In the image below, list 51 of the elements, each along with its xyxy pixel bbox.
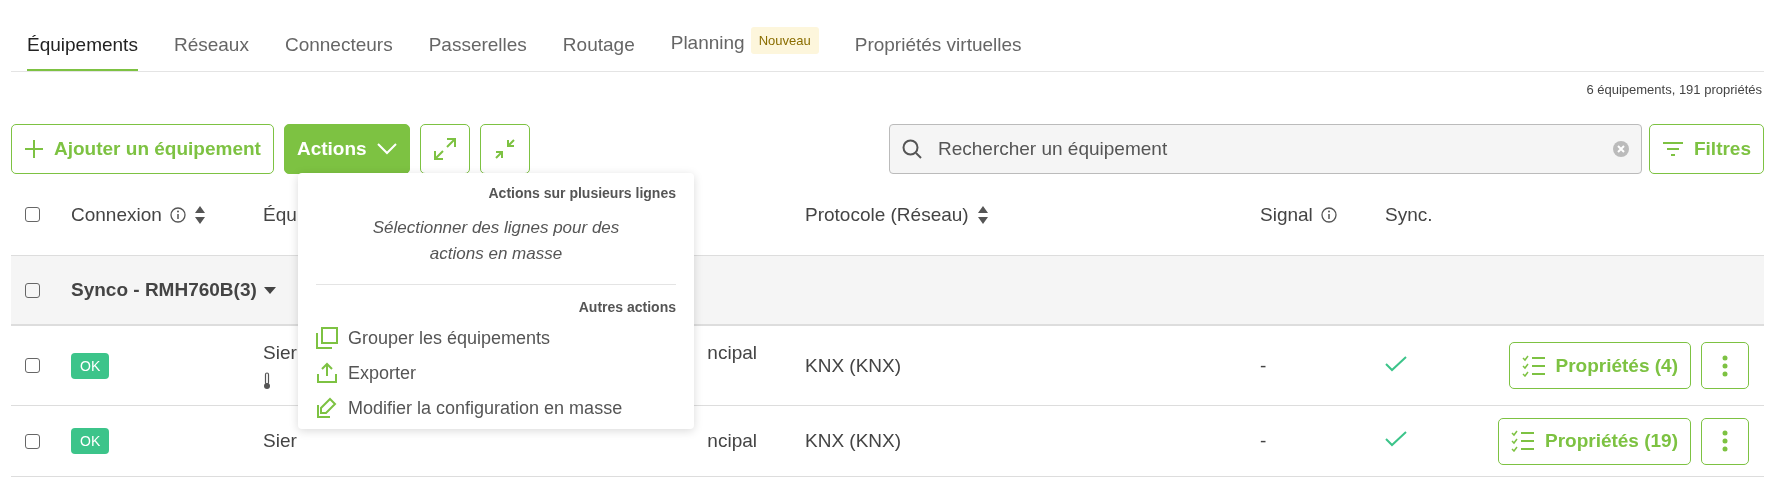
table-cell: ncipal (707, 430, 757, 452)
filter-icon (1661, 141, 1684, 157)
menu-item[interactable]: Exporter (316, 362, 676, 384)
edit-icon (316, 397, 338, 419)
more-icon (1722, 430, 1728, 452)
tab[interactable]: Planning Nouveau (670, 29, 819, 71)
table-cell: Sier (263, 341, 297, 364)
status-badge: OK (71, 352, 110, 379)
column-header[interactable]: Connexion (71, 203, 162, 226)
checklist-icon (1510, 430, 1535, 452)
menu-item[interactable]: Modifier la configuration en masse (316, 397, 676, 419)
tab[interactable]: Routage (562, 34, 635, 71)
table-cell-text: KNX (KNX) (805, 354, 903, 377)
stacked-squares-icon (316, 327, 338, 349)
search-field[interactable]: Rechercher un équipement (888, 124, 1642, 174)
search-icon (901, 139, 922, 159)
plus-icon (24, 139, 44, 159)
table-cell: ncipal (707, 341, 757, 364)
menu-note: Sélectionner des lignes pour des actions en masse (371, 217, 621, 265)
more-icon (1722, 354, 1728, 377)
tab[interactable]: Passerelles (428, 34, 527, 71)
table-cell-text: - (1260, 354, 1268, 377)
column-header[interactable]: Signal (1260, 203, 1313, 226)
expand-icon (433, 138, 456, 160)
checkbox[interactable] (25, 358, 40, 373)
collapse-icon (493, 138, 516, 160)
upload-icon (316, 362, 338, 384)
menu-heading: Actions sur plusieurs lignes (487, 185, 676, 201)
column-header[interactable]: Équ (263, 203, 297, 226)
new-badge: Nouveau (750, 27, 819, 54)
chevron-down-icon (376, 143, 397, 155)
status-badge: OK (71, 428, 110, 454)
column-header[interactable]: Protocole (Réseau) (805, 203, 969, 226)
summary-text: 6 équipements, 191 propriétés (1586, 82, 1762, 99)
table-cell-text: - (1260, 430, 1268, 452)
search-input[interactable]: Rechercher un équipement (935, 137, 1599, 161)
tab[interactable]: Équipements (27, 34, 138, 71)
table-cell-text: KNX (KNX) (805, 430, 903, 452)
checkbox[interactable] (25, 282, 40, 298)
checkbox[interactable] (25, 207, 40, 222)
table-cell: Sier (263, 430, 297, 452)
menu-item[interactable]: Grouper les équipements (316, 327, 676, 349)
group-label[interactable]: Synco - RMH760B(3) (71, 279, 257, 301)
clear-icon (1612, 141, 1629, 157)
menu-heading: Autres actions (577, 299, 676, 315)
checklist-icon (1521, 354, 1546, 377)
tab[interactable]: Propriétés virtuelles (854, 34, 1022, 71)
column-header[interactable]: Sync. (1385, 203, 1433, 226)
checkbox[interactable] (25, 433, 40, 449)
tab[interactable]: Réseaux (173, 34, 249, 71)
tab[interactable]: Connecteurs (284, 34, 393, 71)
